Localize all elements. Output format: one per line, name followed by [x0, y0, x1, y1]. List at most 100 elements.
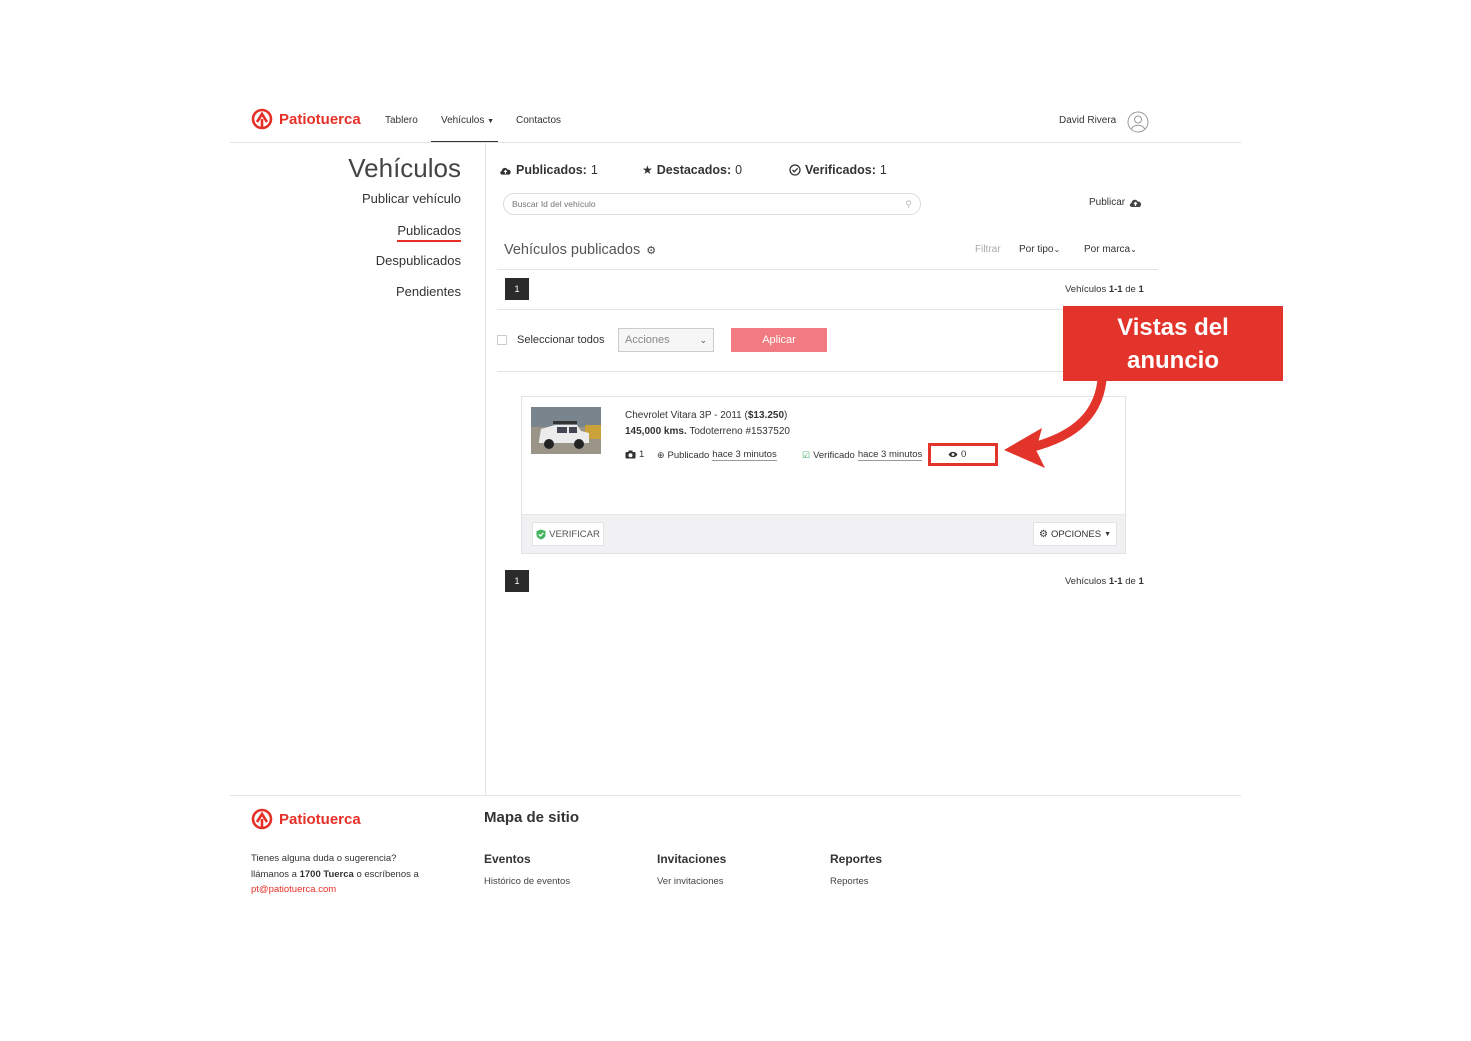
results-range-bottom: Vehículos 1-1 de 1 — [1065, 576, 1144, 587]
results-of: de — [1125, 576, 1136, 587]
sitemap-title: Mapa de sitio — [484, 809, 580, 826]
select-all-label: Seleccionar todos — [517, 334, 605, 346]
page-button-1[interactable]: 1 — [505, 278, 529, 300]
actions-select-value: Acciones — [625, 334, 670, 346]
verified-status: ☑ Verificado hace 3 minutos — [802, 449, 923, 461]
results-range-value: 1-1 — [1108, 284, 1123, 295]
select-all-checkbox[interactable] — [497, 335, 507, 345]
photo-count-value: 1 — [639, 449, 645, 460]
curved-arrow-icon — [1004, 378, 1107, 468]
help-line-2-suffix: o escríbenos a — [356, 868, 419, 880]
sidebar-item-pendientes[interactable]: Pendientes — [300, 284, 461, 299]
vehicle-price: $13.250 — [747, 410, 785, 421]
gear-icon: ⚙ — [1038, 528, 1048, 540]
actions-select[interactable]: Acciones ⌄ — [618, 328, 714, 352]
page-button-1-bottom[interactable]: 1 — [505, 570, 529, 592]
camera-icon — [625, 450, 636, 459]
results-range: Vehículos 1-1 de 1 — [1065, 284, 1144, 295]
bulk-divider — [497, 371, 1158, 372]
cloud-upload-icon — [500, 167, 511, 175]
help-email-link[interactable]: pt@patiotuerca.com — [251, 882, 471, 898]
sidebar-title: Vehículos — [348, 153, 461, 183]
vehicle-search: ⚲ — [503, 193, 921, 215]
help-line-2-prefix: llámanos a — [251, 868, 297, 880]
chevron-down-icon: ⌄ — [1053, 245, 1061, 254]
vehicle-km: 145,000 kms. — [625, 426, 687, 437]
filter-by-type-label: Por tipo — [1019, 244, 1054, 255]
results-of: de — [1125, 284, 1136, 295]
photo-count: 1 — [625, 449, 644, 460]
nav-tablero[interactable]: Tablero — [385, 115, 418, 126]
results-total: 1 — [1138, 576, 1144, 587]
verified-time: hace 3 minutos — [857, 449, 923, 461]
vehicle-title[interactable]: Chevrolet Vitara 3P - 2011 ($13.250) — [625, 410, 787, 421]
nav-vehiculos-label: Vehículos — [441, 115, 485, 126]
vehicle-subtitle: 145,000 kms. Todoterreno #1537520 — [625, 426, 790, 437]
stat-published: Publicados: 1 — [499, 163, 598, 177]
nav-vehiculos[interactable]: Vehículos ▼ — [431, 115, 498, 143]
upload-circle-icon: ⊕ — [657, 449, 665, 460]
callout-label: Vistas del anuncio — [1063, 306, 1283, 381]
footer-link-reportes[interactable]: Reportes — [830, 876, 869, 887]
check-circle-icon — [789, 164, 801, 176]
search-input[interactable] — [512, 199, 892, 209]
sidebar-item-despublicados[interactable]: Despublicados — [300, 253, 461, 268]
shield-check-icon — [536, 529, 546, 539]
sidebar-item-publicar[interactable]: Publicar vehículo — [300, 191, 461, 206]
patiotuerca-logo-icon — [251, 808, 273, 830]
search-icon[interactable]: ⚲ — [905, 199, 912, 210]
caret-down-icon: ▼ — [487, 118, 495, 125]
help-line-2: llámanos a 1700 Tuerca o escríbenos a — [251, 867, 471, 883]
gears-icon[interactable]: ⚙ — [646, 244, 656, 257]
filter-by-brand-label: Por marca — [1084, 244, 1131, 255]
apply-button[interactable]: Aplicar — [731, 328, 827, 352]
footer-col-invitaciones-heading: Invitaciones — [657, 852, 727, 866]
options-label: OPCIONES — [1050, 528, 1102, 540]
stat-published-label: Publicados: — [516, 163, 587, 177]
filter-by-brand[interactable]: Por marca⌄ — [1084, 244, 1137, 255]
cloud-upload-icon — [1129, 199, 1142, 207]
vehicle-type-id: Todoterreno #1537520 — [689, 426, 790, 437]
stat-verified-value: 1 — [879, 163, 887, 177]
vehicle-photo-image — [531, 407, 601, 454]
verify-label: VERIFICAR — [549, 528, 600, 540]
filter-label: Filtrar — [975, 244, 1001, 255]
options-button[interactable]: ⚙ OPCIONES ▼ — [1033, 522, 1117, 546]
section-title: Vehículos publicados — [504, 242, 641, 258]
header-divider — [230, 142, 1241, 143]
publish-label: Publicar — [1089, 197, 1126, 208]
stat-verified-label: Verificados: — [805, 163, 876, 177]
footer-brand-name: Patiotuerca — [279, 810, 361, 828]
help-phone: 1700 Tuerca — [299, 868, 354, 880]
published-status: ⊕ Publicado hace 3 minutos — [657, 449, 777, 461]
stat-featured: ★ Destacados: 0 — [642, 163, 742, 177]
footer-link-invitaciones[interactable]: Ver invitaciones — [657, 876, 724, 887]
results-prefix: Vehículos — [1065, 284, 1107, 295]
brand-name: Patiotuerca — [279, 110, 361, 128]
callout-line-2: anuncio — [1126, 346, 1219, 374]
results-range-value: 1-1 — [1108, 576, 1123, 587]
views-highlight-box — [928, 443, 998, 466]
footer-brand-logo[interactable]: Patiotuerca — [251, 808, 361, 830]
publish-button[interactable]: Publicar — [1089, 197, 1143, 208]
published-time: hace 3 minutos — [712, 449, 777, 461]
footer-help: Tienes alguna duda o sugerencia? llámano… — [251, 851, 471, 898]
user-name[interactable]: David Rivera — [1059, 115, 1116, 126]
chevron-down-icon: ⌄ — [1130, 245, 1137, 254]
star-icon: ★ — [642, 163, 653, 177]
nav-contactos[interactable]: Contactos — [516, 115, 561, 126]
footer-link-historico[interactable]: Histórico de eventos — [484, 876, 570, 887]
check-square-icon: ☑ — [802, 449, 811, 460]
sidebar-item-publicados[interactable]: Publicados — [397, 223, 461, 242]
stat-featured-value: 0 — [735, 163, 743, 177]
results-total: 1 — [1138, 284, 1144, 295]
vehicle-thumbnail[interactable] — [531, 407, 601, 454]
user-avatar-icon[interactable] — [1127, 111, 1149, 138]
vehicle-title-text: Chevrolet Vitara 3P - 2011 ( — [625, 410, 748, 421]
footer-col-eventos-heading: Eventos — [484, 852, 531, 866]
verify-button[interactable]: VERIFICAR — [532, 522, 604, 546]
brand-logo[interactable]: Patiotuerca — [251, 108, 361, 130]
section-divider — [497, 269, 1158, 270]
published-prefix: Publicado — [667, 449, 710, 461]
filter-by-type[interactable]: Por tipo⌄ — [1019, 244, 1060, 255]
